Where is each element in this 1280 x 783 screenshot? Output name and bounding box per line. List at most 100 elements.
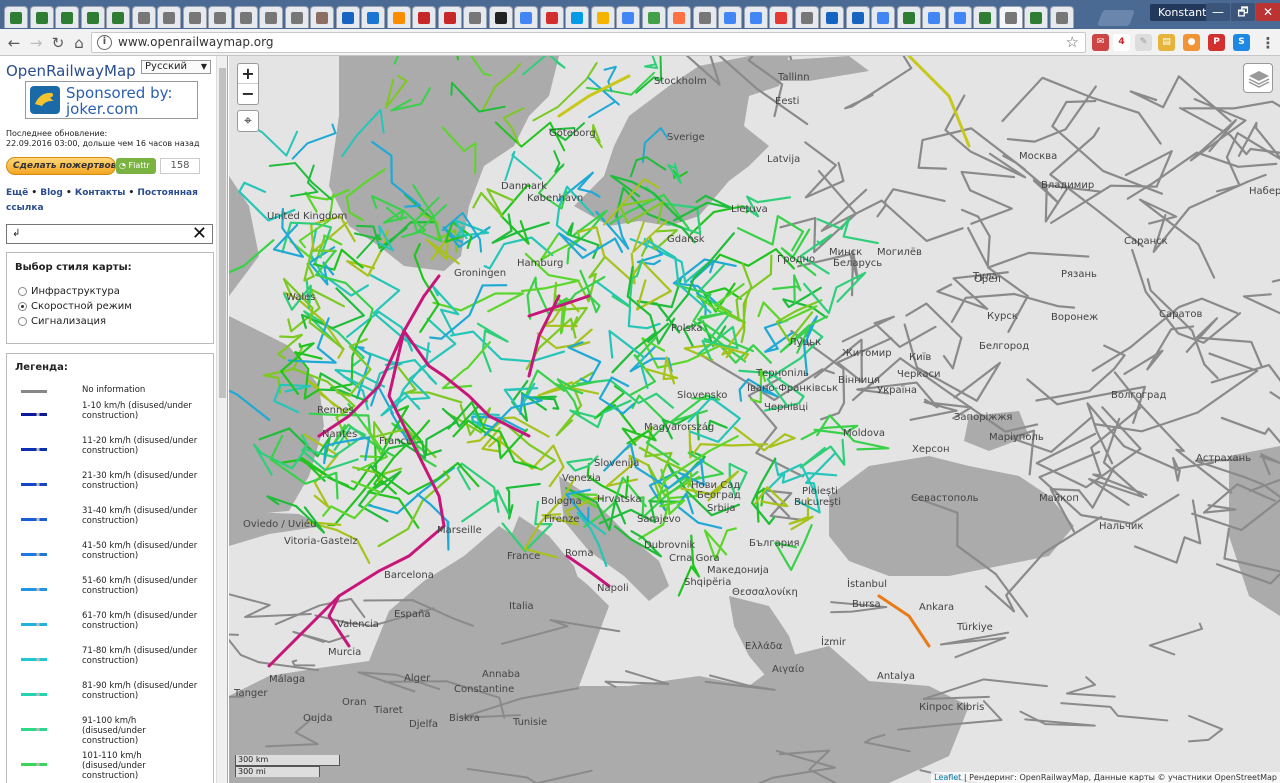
leaflet-link[interactable]: Leaflet (934, 773, 961, 782)
link-contacts[interactable]: Контакты (75, 188, 126, 198)
locate-me-button[interactable]: ⌖ (237, 110, 259, 132)
minimize-button[interactable]: — (1206, 3, 1230, 21)
browser-tab[interactable] (284, 6, 309, 28)
browser-tab[interactable] (361, 6, 385, 28)
browser-tab[interactable] (794, 6, 819, 28)
browser-tab[interactable] (947, 6, 972, 28)
flattr-button[interactable]: ◔ Flattr (116, 158, 156, 174)
radio-button[interactable] (18, 302, 27, 311)
browser-tab[interactable] (463, 6, 487, 28)
railway-line-speed[interactable] (799, 438, 846, 469)
railway-line-speed[interactable] (491, 213, 550, 244)
railway-line-no-info[interactable] (917, 127, 1026, 171)
back-button[interactable]: ← (4, 33, 24, 53)
railway-line-no-info[interactable] (876, 188, 946, 218)
new-tab-button[interactable] (1097, 10, 1135, 26)
browser-tab[interactable] (310, 6, 334, 28)
railway-line-speed[interactable] (536, 328, 593, 350)
railway-line-speed[interactable] (309, 227, 369, 297)
extension-4s-icon[interactable]: 4 (1113, 34, 1130, 51)
browser-tab[interactable] (259, 6, 283, 28)
clear-search-icon[interactable]: ✕ (192, 223, 207, 244)
url-text[interactable]: www.openrailwaymap.org (118, 35, 273, 49)
railway-line-speed[interactable] (472, 188, 515, 218)
extension-gmail-icon[interactable]: ✉ (1092, 34, 1109, 51)
browser-tab[interactable] (539, 6, 564, 28)
map-canvas[interactable] (229, 56, 1280, 783)
language-select[interactable]: Русский ▼ (141, 60, 211, 74)
railway-line-no-info[interactable] (1065, 676, 1116, 698)
browser-tab[interactable] (386, 6, 411, 28)
site-info-icon[interactable]: i (97, 35, 112, 50)
link-blog[interactable]: Blog (40, 188, 63, 198)
site-title[interactable]: OpenRailwayMap (6, 62, 136, 80)
extension-feather-icon[interactable]: ✎ (1135, 34, 1152, 51)
railway-line-yellow[interactable] (907, 56, 971, 148)
search-value[interactable]: ↲ (12, 228, 20, 239)
railway-line-high-speed[interactable] (267, 624, 311, 668)
browser-tab[interactable] (616, 6, 640, 28)
browser-tab[interactable] (743, 6, 768, 28)
browser-tab[interactable] (896, 6, 921, 28)
railway-line-speed[interactable] (449, 330, 566, 363)
railway-line-no-info[interactable] (1129, 75, 1232, 123)
railway-line-speed[interactable] (476, 322, 509, 373)
browser-tab[interactable] (29, 6, 54, 28)
bookmark-star-icon[interactable]: ☆ (1066, 33, 1079, 51)
railway-line-no-info[interactable] (1026, 378, 1147, 424)
railway-line-speed[interactable] (314, 249, 374, 319)
railway-line-no-info[interactable] (1133, 499, 1202, 564)
layers-button[interactable] (1243, 63, 1273, 93)
railway-line-speed[interactable] (772, 274, 802, 304)
zoom-in-button[interactable]: + (238, 64, 258, 84)
radio-button[interactable] (18, 287, 27, 296)
railway-line-no-info[interactable] (229, 587, 312, 619)
railway-line-no-info[interactable] (1131, 248, 1242, 344)
railway-line-speed[interactable] (687, 396, 741, 443)
address-bar[interactable]: i www.openrailwaymap.org ☆ (91, 32, 1086, 53)
donate-button[interactable]: Сделать пожертвование (6, 157, 116, 175)
railway-line-speed[interactable] (453, 219, 490, 240)
railway-line-no-info[interactable] (939, 631, 1010, 659)
home-button[interactable]: ⌂ (69, 33, 89, 53)
sidebar-scroll-thumb[interactable] (219, 68, 226, 398)
browser-tab[interactable] (973, 6, 997, 28)
browser-tab[interactable] (55, 6, 79, 28)
railway-line-no-info[interactable] (1019, 710, 1096, 727)
extension-orange-icon[interactable]: ● (1183, 34, 1200, 51)
browser-tab[interactable] (590, 6, 615, 28)
zoom-out-button[interactable]: − (238, 84, 258, 104)
browser-tab[interactable] (208, 6, 232, 28)
railway-line-no-info[interactable] (960, 170, 1016, 225)
railway-line-speed[interactable] (291, 123, 337, 160)
browser-tab[interactable] (769, 6, 793, 28)
browser-tab[interactable] (335, 6, 360, 28)
browser-tab[interactable] (820, 6, 844, 28)
browser-tab[interactable] (233, 6, 258, 28)
railway-line-no-info[interactable] (1001, 76, 1162, 145)
railway-line-no-info[interactable] (291, 659, 316, 667)
browser-tab[interactable] (514, 6, 538, 28)
browser-tab[interactable] (182, 6, 207, 28)
railway-line-speed[interactable] (290, 164, 319, 198)
reload-button[interactable]: ↻ (48, 33, 68, 53)
railway-line-speed[interactable] (644, 56, 659, 70)
browser-tab[interactable] (718, 6, 742, 28)
railway-line-no-info[interactable] (1187, 714, 1224, 743)
railway-line-speed[interactable] (504, 150, 542, 181)
browser-tab[interactable] (4, 6, 28, 28)
map-style-option[interactable]: Инфраструктура (18, 286, 120, 297)
browser-tab[interactable] (437, 6, 462, 28)
browser-tab[interactable] (565, 6, 589, 28)
browser-tab[interactable] (998, 6, 1023, 28)
sidebar-scrollbar[interactable] (216, 56, 227, 783)
railway-line-speed[interactable] (629, 335, 658, 397)
browser-tab[interactable] (131, 6, 156, 28)
railway-line-no-info[interactable] (1060, 702, 1169, 722)
extension-folder-icon[interactable]: ▤ (1158, 34, 1175, 51)
browser-menu-icon[interactable]: ⋮ (1258, 33, 1278, 53)
browser-tab[interactable] (692, 6, 717, 28)
browser-tab[interactable] (641, 6, 666, 28)
railway-map[interactable]: Stockholm Göteborg Sverige Tallinn Eesti Latv… (229, 56, 1280, 783)
radio-button[interactable] (18, 317, 27, 326)
